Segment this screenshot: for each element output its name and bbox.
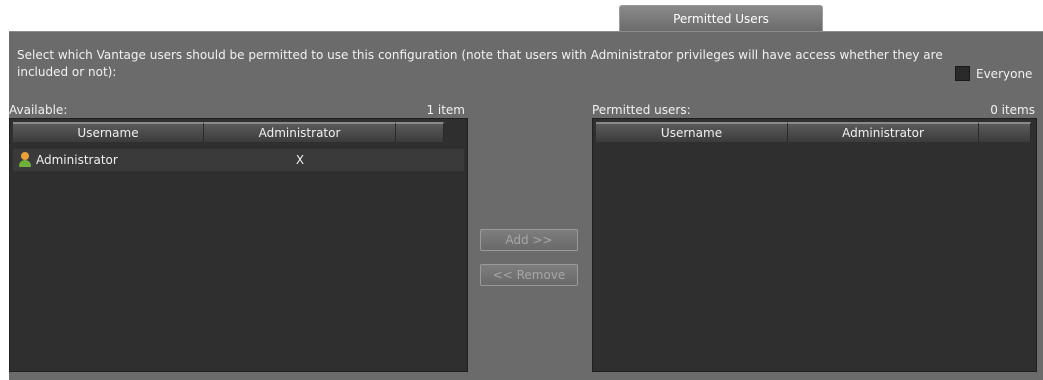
permitted-col-extra[interactable]: [979, 122, 1031, 142]
everyone-label: Everyone: [976, 66, 1033, 81]
available-col-extra[interactable]: [396, 122, 444, 142]
available-row-username-cell: Administrator: [13, 152, 204, 168]
everyone-checkbox-box[interactable]: [955, 66, 970, 81]
permitted-col-administrator[interactable]: Administrator: [788, 122, 979, 142]
description-text: Select which Vantage users should be per…: [17, 48, 943, 79]
available-row-username: Administrator: [36, 153, 118, 167]
permitted-col-username[interactable]: Username: [596, 122, 788, 142]
available-col-administrator[interactable]: Administrator: [204, 122, 396, 142]
remove-button[interactable]: << Remove: [480, 264, 578, 286]
permitted-title: Permitted users:: [592, 103, 691, 117]
user-icon: [18, 152, 32, 168]
available-count: 1 item: [426, 103, 465, 117]
available-title: Available:: [9, 103, 68, 117]
available-users-grid[interactable]: Username Administrator Administrator X: [9, 118, 468, 372]
everyone-checkbox[interactable]: Everyone: [955, 66, 1032, 81]
available-col-username[interactable]: Username: [13, 122, 204, 142]
permitted-header: Permitted users: 0 items: [592, 103, 1035, 117]
permitted-users-grid[interactable]: Username Administrator: [592, 118, 1037, 372]
available-row-administrator[interactable]: Administrator X: [13, 149, 464, 171]
available-row-admin-cell: X: [204, 153, 396, 167]
available-row-admin-flag: X: [295, 153, 305, 167]
permitted-count: 0 items: [990, 103, 1035, 117]
permitted-users-panel: Select which Vantage users should be per…: [9, 31, 1043, 380]
permitted-grid-header: Username Administrator: [596, 122, 1033, 142]
tab-permitted-users[interactable]: Permitted Users: [619, 5, 823, 32]
available-header: Available: 1 item: [9, 103, 465, 117]
available-grid-header: Username Administrator: [13, 122, 464, 142]
add-button[interactable]: Add >>: [480, 229, 578, 251]
